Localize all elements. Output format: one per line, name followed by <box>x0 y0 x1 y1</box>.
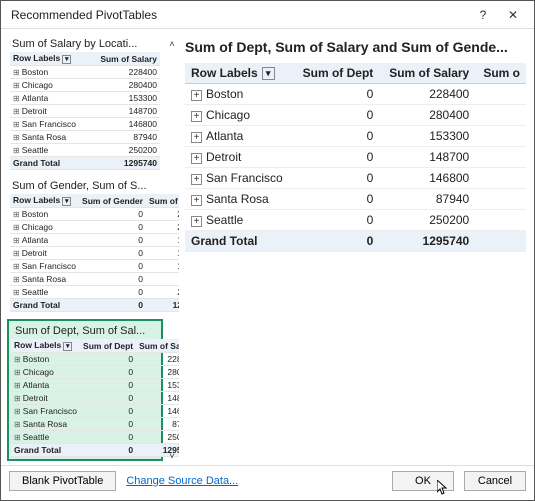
col-row-labels: Row Labels▾ <box>185 63 293 84</box>
thumb-title: Sum of Gender, Sum of S... <box>10 178 160 194</box>
expand-icon[interactable]: + <box>191 111 202 122</box>
thumb-title: Sum of Dept, Sum of Sal... <box>11 323 159 339</box>
help-icon[interactable]: ? <box>468 5 498 25</box>
table-row: +Chicago0280400 <box>185 105 526 126</box>
expand-icon[interactable]: + <box>191 195 202 206</box>
filter-dropdown-icon[interactable]: ▾ <box>262 67 275 80</box>
expand-icon[interactable]: + <box>191 153 202 164</box>
table-row: +San Francisco0146800 <box>185 168 526 189</box>
table-row: +Seattle0250200 <box>185 210 526 231</box>
blank-pivottable-button[interactable]: Blank PivotTable <box>9 471 116 491</box>
cancel-button[interactable]: Cancel <box>464 471 526 491</box>
scroll-up-icon[interactable]: ˄ <box>165 37 179 51</box>
grand-total-row: Grand Total01295740 <box>185 231 526 252</box>
expand-icon[interactable]: + <box>191 174 202 185</box>
ok-button[interactable]: OK <box>392 471 454 491</box>
preview-table: Row Labels▾ Sum of Dept Sum of Salary Su… <box>185 63 526 252</box>
thumb-title: Sum of Salary by Locati... <box>10 36 160 52</box>
expand-icon[interactable]: + <box>191 132 202 143</box>
titlebar: Recommended PivotTables ? ✕ <box>1 1 534 29</box>
preview-title: Sum of Dept, Sum of Salary and Sum of Ge… <box>185 39 526 55</box>
pivot-thumb-salary-by-location[interactable]: Sum of Salary by Locati... Row Labels▾Su… <box>7 35 163 171</box>
close-icon[interactable]: ✕ <box>498 5 528 25</box>
col-sum-salary: Sum of Salary <box>379 63 475 84</box>
expand-icon[interactable]: + <box>191 90 202 101</box>
col-sum-dept: Sum of Dept <box>293 63 379 84</box>
change-source-data-link[interactable]: Change Source Data... <box>126 475 238 487</box>
table-row: +Boston0228400 <box>185 84 526 105</box>
thumb-table: Row Labels▾Sum of DeptSum of SalaryS Bos… <box>11 339 179 457</box>
recommendations-list: ˄ Sum of Salary by Locati... Row Labels▾… <box>7 35 179 465</box>
expand-icon[interactable]: + <box>191 216 202 227</box>
dialog-title: Recommended PivotTables <box>11 8 468 22</box>
pivot-thumb-gender-salary[interactable]: Sum of Gender, Sum of S... Row Labels▾Su… <box>7 177 163 313</box>
dialog-footer: Blank PivotTable Change Source Data... O… <box>1 465 534 495</box>
thumb-table: Row Labels▾Sum of GenderSum of Salary Bo… <box>10 194 179 312</box>
table-row: +Santa Rosa087940 <box>185 189 526 210</box>
scroll-down-icon[interactable]: ˅ <box>165 449 179 463</box>
table-row: +Detroit0148700 <box>185 147 526 168</box>
pivot-thumb-dept-salary[interactable]: Sum of Dept, Sum of Sal... Row Labels▾Su… <box>7 319 163 461</box>
col-sum-extra: Sum o <box>475 63 526 84</box>
thumb-table: Row Labels▾Sum of Salary Boston228400 Ch… <box>10 52 160 170</box>
preview-pane: Sum of Dept, Sum of Salary and Sum of Ge… <box>183 35 528 465</box>
table-row: +Atlanta0153300 <box>185 126 526 147</box>
